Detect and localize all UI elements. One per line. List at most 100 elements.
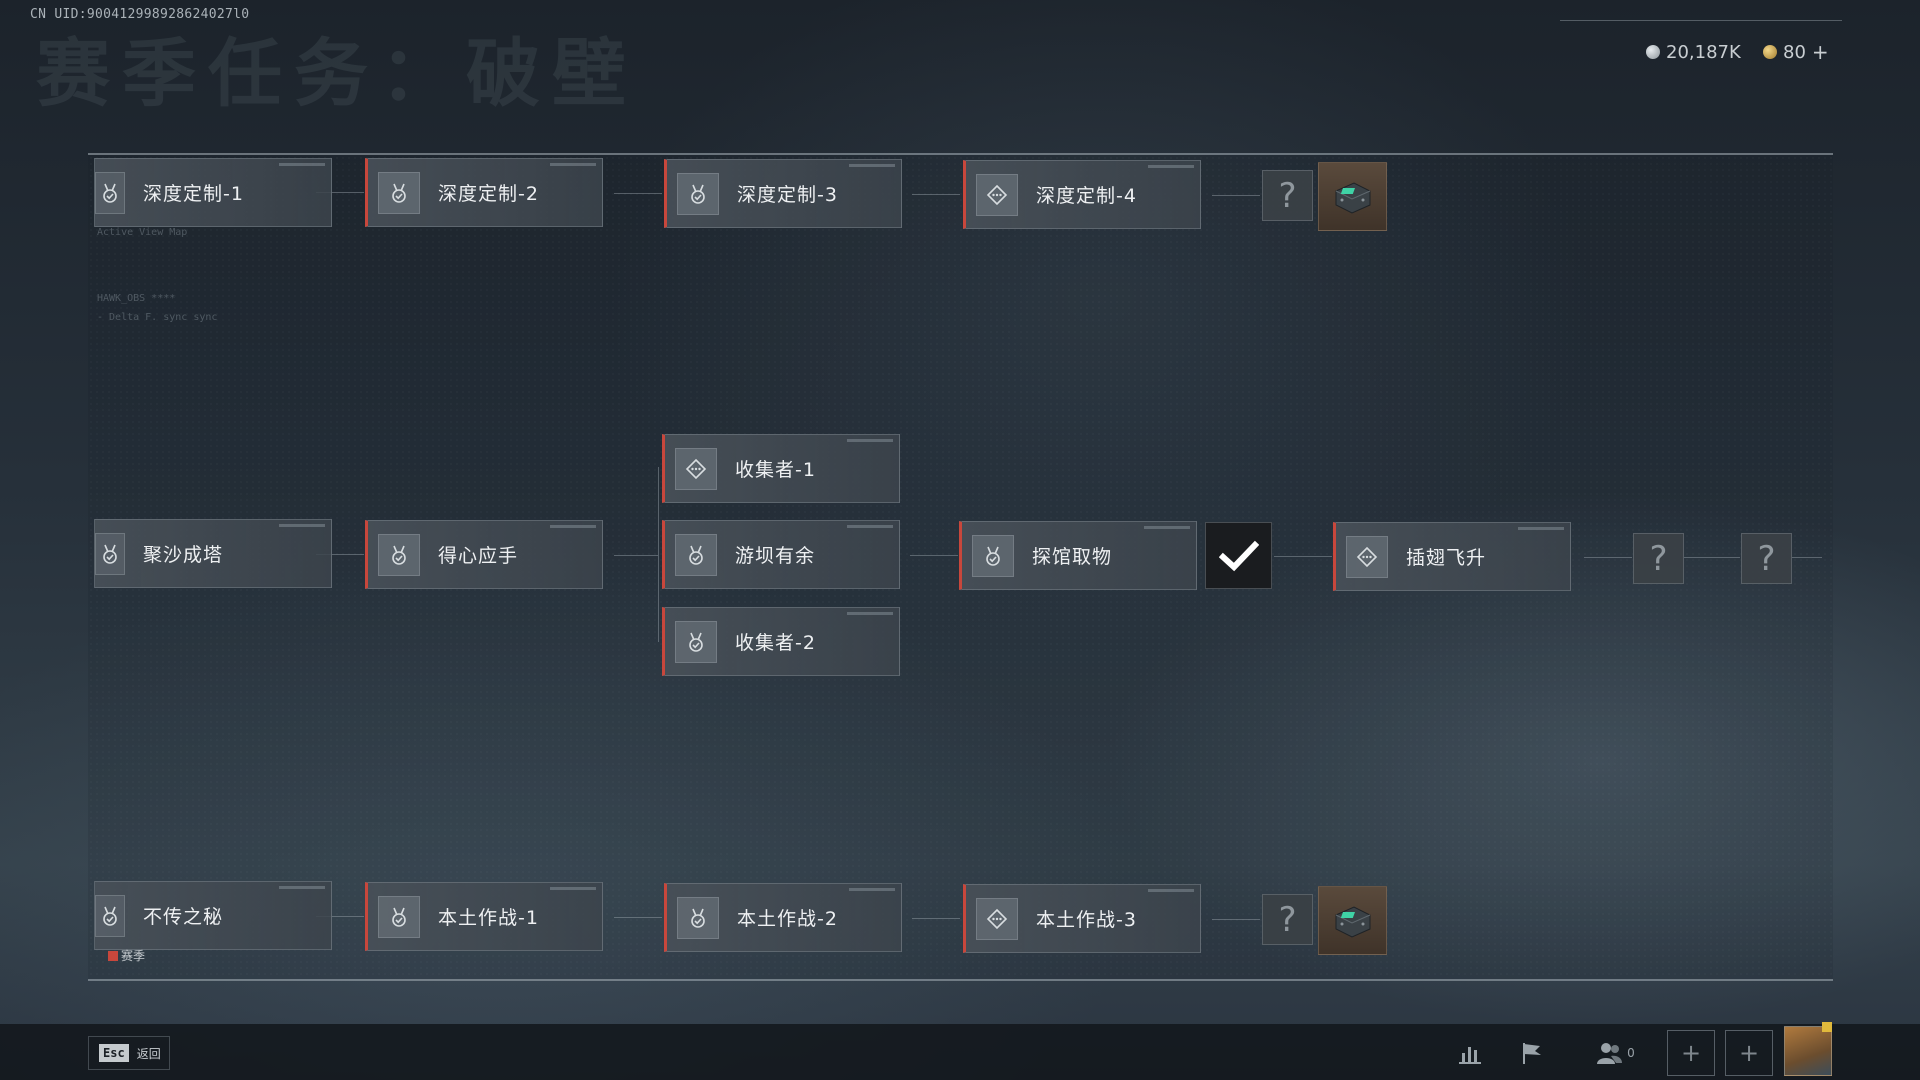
flag-icon [1523, 1043, 1541, 1064]
gold-amount: 80 [1783, 41, 1806, 63]
diamond-target-icon [976, 173, 1018, 216]
connector-line [912, 194, 960, 195]
completed-checkbox[interactable] [1205, 522, 1272, 589]
mission-label: 本土作战-2 [737, 908, 838, 930]
card-corner-mark [1518, 527, 1564, 530]
medal-check-icon [378, 533, 420, 576]
medal-check-icon [675, 533, 717, 576]
mission-label: 本土作战-1 [438, 907, 539, 929]
card-corner-mark [550, 525, 596, 528]
friends-button[interactable]: 0 [1586, 1032, 1644, 1074]
mission-card-deep-custom-3[interactable]: 深度定制-3 [664, 159, 902, 228]
mission-card-local-op-2[interactable]: 本土作战-2 [664, 883, 902, 952]
medal-check-icon [378, 171, 420, 214]
card-corner-mark [279, 163, 325, 166]
deco-text-3: - Delta F. sync sync [97, 312, 218, 323]
mission-card-deep-custom-2[interactable]: 深度定制-2 [365, 158, 603, 227]
connector-line [910, 555, 958, 556]
mission-label: 收集者-1 [735, 459, 816, 481]
mission-label: 插翅飞升 [1406, 547, 1487, 569]
card-corner-mark [1148, 165, 1194, 168]
mission-label: 游坝有余 [735, 545, 816, 567]
mission-label: 得心应手 [438, 545, 519, 567]
mission-card-local-op-1[interactable]: 本土作战-1 [365, 882, 603, 951]
card-corner-mark [847, 439, 893, 442]
mission-label: 探馆取物 [1032, 546, 1113, 568]
mission-card-dexinyingshou[interactable]: 得心应手 [365, 520, 603, 589]
notification-badge [1822, 1022, 1832, 1032]
unknown-mission-box[interactable]: ? [1741, 533, 1792, 584]
mission-card-collector-2[interactable]: 收集者-2 [662, 607, 900, 676]
mission-card-collector-1[interactable]: 收集者-1 [662, 434, 900, 503]
silver-currency: 20,187K [1646, 40, 1741, 64]
invite-slot-1[interactable]: + [1667, 1030, 1715, 1076]
diamond-target-icon [1346, 535, 1388, 578]
diamond-target-icon [675, 447, 717, 490]
mission-card-deep-custom-4[interactable]: 深度定制-4 [963, 160, 1201, 229]
flag-button[interactable] [1510, 1032, 1554, 1074]
page-title: 赛季任务：破壁 [36, 31, 638, 117]
connector-line [614, 917, 662, 918]
unknown-mission-box[interactable]: ? [1262, 894, 1313, 945]
mission-card-juchachengta[interactable]: 聚沙成塔 [94, 519, 332, 588]
mission-label: 深度定制-3 [737, 184, 838, 206]
mission-card-deep-custom-1[interactable]: 深度定制-1 [94, 158, 332, 227]
mission-card-local-op-3[interactable]: 本土作战-3 [963, 884, 1201, 953]
card-corner-mark [849, 164, 895, 167]
unknown-mission-box[interactable]: ? [1262, 170, 1313, 221]
card-corner-mark [279, 524, 325, 527]
ammo-case-icon [1335, 905, 1370, 938]
mission-card-youbayouyu[interactable]: 游坝有余 [662, 520, 900, 589]
reward-case-item[interactable] [1318, 162, 1387, 231]
card-corner-mark [849, 888, 895, 891]
medal-check-icon [677, 896, 719, 939]
gold-coin-icon [1763, 45, 1777, 59]
deco-text-1: Active View Map [97, 227, 188, 238]
mission-card-tanguanquwu[interactable]: 探馆取物 [959, 521, 1197, 590]
bar-chart-icon [1459, 1047, 1481, 1064]
silver-amount: 20,187K [1666, 41, 1741, 63]
medal-check-icon [95, 532, 125, 575]
medal-check-icon [378, 895, 420, 938]
mission-label: 深度定制-4 [1036, 185, 1137, 207]
player-avatar[interactable] [1784, 1026, 1832, 1076]
unknown-mission-box[interactable]: ? [1633, 533, 1684, 584]
connector-line [1212, 195, 1260, 196]
card-corner-mark [550, 887, 596, 890]
season-color-swatch [108, 950, 118, 961]
card-corner-mark [550, 163, 596, 166]
connector-line [1212, 919, 1260, 920]
friends-icon [1597, 1043, 1623, 1064]
legend-label: 赛季 [121, 949, 146, 963]
connector-line [1792, 557, 1822, 558]
friend-count: 0 [1627, 1046, 1635, 1060]
checkmark-icon [1218, 540, 1259, 571]
card-corner-mark [1148, 889, 1194, 892]
add-gold-button[interactable]: + [1812, 40, 1829, 64]
medal-check-icon [95, 894, 125, 937]
mission-label: 聚沙成塔 [143, 544, 224, 566]
mission-card-buchuanzhimi[interactable]: 不传之秘 [94, 881, 332, 950]
connector-line [1684, 557, 1740, 558]
mission-label: 深度定制-1 [143, 183, 244, 205]
silver-coin-icon [1646, 45, 1660, 59]
esc-key-label: Esc [99, 1044, 129, 1062]
connector-line [1274, 556, 1332, 557]
connector-line [614, 555, 658, 556]
branch-line [658, 467, 659, 642]
back-label: 返回 [136, 1046, 161, 1061]
back-button[interactable]: Esc 返回 [88, 1036, 170, 1070]
invite-slot-2[interactable]: + [1725, 1030, 1773, 1076]
reward-case-item[interactable] [1318, 886, 1387, 955]
card-corner-mark [279, 886, 325, 889]
ammo-case-icon [1335, 181, 1370, 214]
deco-text-2: HAWK_OBS **** [97, 293, 176, 304]
header-divider [1560, 20, 1842, 21]
stats-button[interactable] [1448, 1032, 1492, 1074]
card-corner-mark [847, 612, 893, 615]
mission-card-chachifeisheng[interactable]: 插翅飞升 [1333, 522, 1571, 591]
legend: 赛季 [108, 947, 145, 964]
connector-line [1584, 557, 1632, 558]
medal-check-icon [677, 172, 719, 215]
card-corner-mark [847, 525, 893, 528]
